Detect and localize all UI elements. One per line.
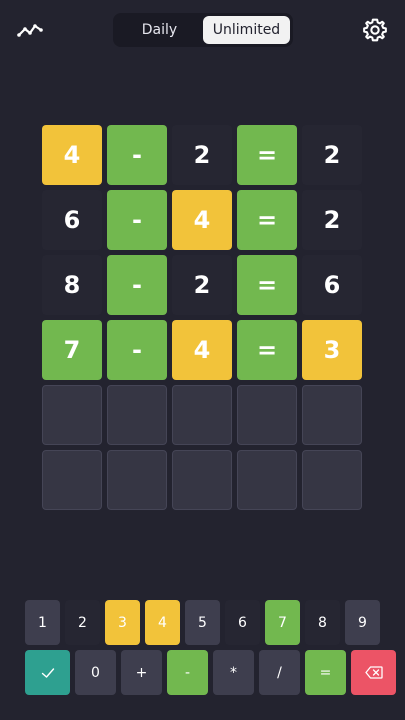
check-icon	[41, 667, 54, 678]
game-screen: Daily Unlimited 4-2 = 2 6-4 = 2 8-2 = 6 7-4 = 3 123…	[0, 0, 405, 720]
board-cell	[107, 450, 167, 510]
board-cell: 2	[172, 125, 232, 185]
stats-button[interactable]	[16, 17, 44, 41]
board-cell	[42, 450, 102, 510]
key-digit[interactable]: 8	[305, 600, 340, 645]
board-cell: -	[107, 320, 167, 380]
keyboard-row-operators: 0 + - * / =	[25, 650, 396, 695]
game-board: 4-2 = 2 6-4 = 2 8-2 = 6 7-4 = 3	[42, 125, 363, 510]
gear-icon	[363, 18, 387, 42]
key-symbol[interactable]: 0	[75, 650, 116, 695]
key-digit[interactable]: 9	[345, 600, 380, 645]
board-cell: -	[107, 125, 167, 185]
board-cell: =	[237, 255, 297, 315]
board-cell: -	[107, 190, 167, 250]
key-symbol[interactable]: +	[121, 650, 162, 695]
board-cell: 2	[302, 190, 362, 250]
board-cell: =	[237, 125, 297, 185]
board-cell	[172, 450, 232, 510]
board-cell: =	[237, 190, 297, 250]
key-digit[interactable]: 1	[25, 600, 60, 645]
backspace-icon	[364, 666, 383, 679]
keyboard-row-digits: 123456789	[25, 600, 380, 645]
board-cell	[237, 385, 297, 445]
board-cell: -	[107, 255, 167, 315]
key-symbol[interactable]: /	[259, 650, 300, 695]
board-cell	[302, 450, 362, 510]
board-cell: 4	[42, 125, 102, 185]
key-digit[interactable]: 7	[265, 600, 300, 645]
tab-unlimited[interactable]: Unlimited	[203, 16, 290, 44]
settings-button[interactable]	[362, 17, 388, 43]
key-digit[interactable]: 5	[185, 600, 220, 645]
board-cell: 7	[42, 320, 102, 380]
key-digit[interactable]: 6	[225, 600, 260, 645]
board-cell: 8	[42, 255, 102, 315]
board-cell: 6	[302, 255, 362, 315]
board-cell	[172, 385, 232, 445]
tab-daily[interactable]: Daily	[116, 16, 203, 44]
board-cell	[302, 385, 362, 445]
board-cell: =	[237, 320, 297, 380]
board-cell: 4	[172, 190, 232, 250]
board-cell: 4	[172, 320, 232, 380]
board-cell	[107, 385, 167, 445]
key-symbol[interactable]: =	[305, 650, 346, 695]
board-cell: 2	[302, 125, 362, 185]
board-cell	[237, 450, 297, 510]
mode-toggle: Daily Unlimited	[113, 13, 293, 47]
board-cell: 6	[42, 190, 102, 250]
delete-key[interactable]	[351, 650, 396, 695]
key-digit[interactable]: 3	[105, 600, 140, 645]
key-symbol[interactable]: *	[213, 650, 254, 695]
stats-line-icon	[17, 24, 43, 37]
board-cell	[42, 385, 102, 445]
enter-key[interactable]	[25, 650, 70, 695]
key-digit[interactable]: 4	[145, 600, 180, 645]
key-symbol[interactable]: -	[167, 650, 208, 695]
board-cell: 3	[302, 320, 362, 380]
key-digit[interactable]: 2	[65, 600, 100, 645]
board-cell: 2	[172, 255, 232, 315]
